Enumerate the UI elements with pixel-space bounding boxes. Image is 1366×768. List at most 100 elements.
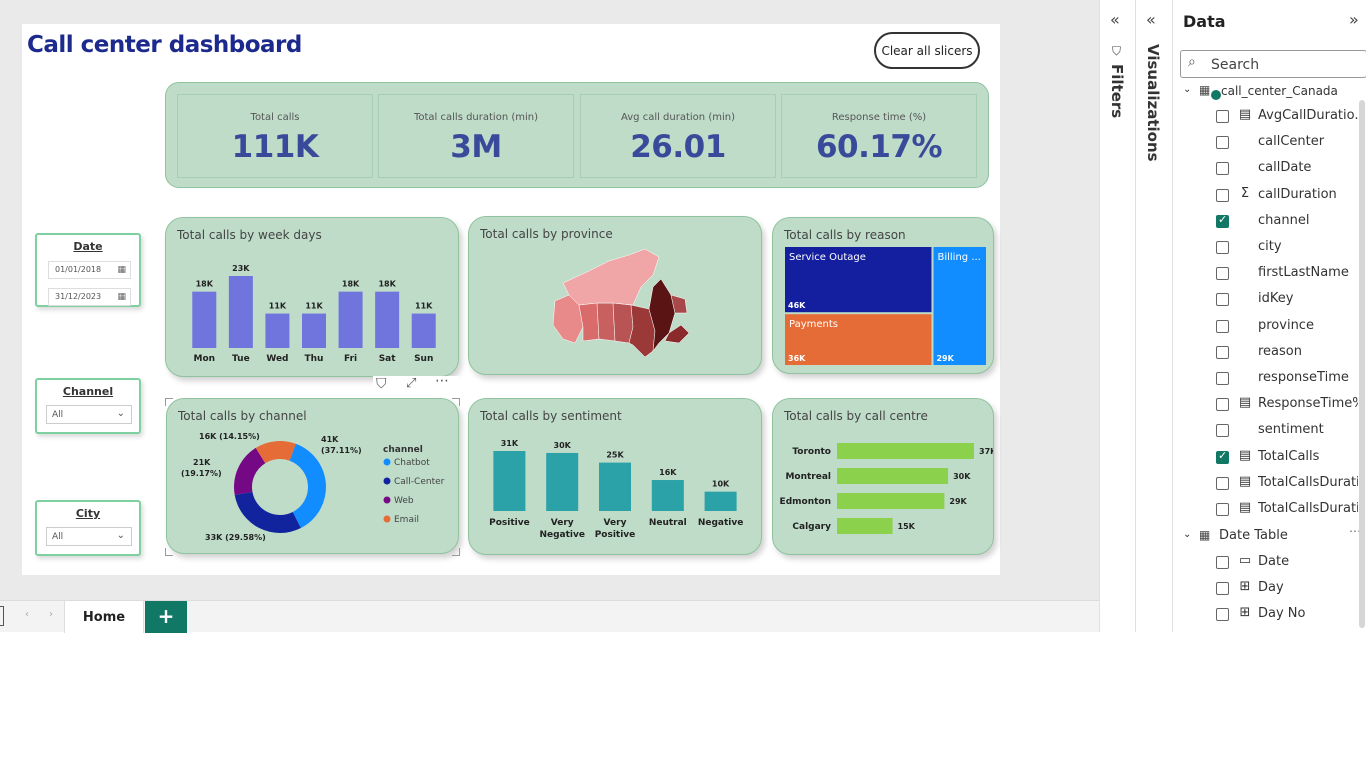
end-date-input[interactable]: 31/12/2023 ▦ [48,288,131,306]
kpi-total-calls[interactable]: Total calls 111K [177,94,373,178]
field-item[interactable]: firstLastName [1173,263,1366,289]
focus-mode-icon[interactable]: ⤢ [406,376,416,391]
field-item[interactable]: ▭ Date [1173,552,1366,578]
expand-visualizations-icon[interactable]: « [1146,10,1156,29]
city-slicer[interactable]: City All ⌄ [35,500,141,556]
table-call-center-canada[interactable]: ⌄ ▦ call_center_Canada [1183,82,1363,102]
field-checkbox[interactable] [1216,345,1229,359]
bar[interactable] [265,313,290,348]
field-checkbox[interactable] [1216,608,1229,622]
bar[interactable] [599,462,631,511]
field-item[interactable]: sentiment [1173,420,1366,446]
bar[interactable] [837,518,893,534]
field-item[interactable]: province [1173,316,1366,342]
field-item[interactable]: ▤ ResponseTime% [1173,394,1366,420]
legend-label[interactable]: Call-Center [394,477,445,487]
donut-slice[interactable] [289,443,326,528]
field-checkbox[interactable] [1216,503,1229,516]
visualizations-pane-collapsed[interactable]: « Visualizations [1135,0,1172,632]
tab-home[interactable]: Home [64,601,144,633]
resize-handle[interactable] [452,548,460,556]
channel-donut-card[interactable]: Total calls by channel 41K (37.11%) 33K (2… [166,398,459,554]
add-page-button[interactable]: + [145,601,187,633]
field-item[interactable]: city [1173,237,1366,263]
collapse-handle[interactable] [0,606,4,626]
bar[interactable] [493,451,526,511]
field-item[interactable]: reason [1173,342,1366,368]
next-page-icon[interactable]: › [49,609,53,620]
calendar-icon[interactable]: ▦ [117,265,126,275]
field-checkbox[interactable] [1216,449,1229,464]
chevron-down-icon[interactable]: ⌄ [1183,84,1191,95]
bar[interactable] [651,480,684,511]
bar[interactable] [546,452,579,511]
channel-slicer[interactable]: Channel All ⌄ [35,378,141,434]
bar[interactable] [375,291,400,348]
bar[interactable] [338,291,363,348]
field-checkbox[interactable] [1216,398,1229,412]
field-checkbox[interactable] [1216,476,1229,490]
bar[interactable] [228,276,253,348]
filter-icon[interactable]: ⛉ [376,376,387,392]
city-dropdown[interactable]: All ⌄ [46,527,132,546]
calendar-icon[interactable]: ▦ [117,292,126,302]
clear-slicers-button[interactable]: Clear all slicers [874,32,980,69]
filters-pane-collapsed[interactable]: « ⛉ Filters [1099,0,1135,632]
field-checkbox[interactable] [1216,110,1229,123]
legend-label[interactable]: Email [394,515,419,525]
kpi-avg-duration[interactable]: Avg call duration (min) 26.01 [580,94,776,178]
bar[interactable] [192,291,217,348]
province-mb[interactable] [612,302,634,344]
sentiment-chart-card[interactable]: Total calls by sentiment 31K Positive 30K V… [468,398,762,555]
donut-slice[interactable] [234,491,301,533]
field-item[interactable]: ⊞ Day No [1173,604,1366,630]
legend-marker[interactable] [383,458,391,466]
field-item[interactable]: ΣcallDuration [1173,185,1366,211]
channel-dropdown[interactable]: All ⌄ [46,405,132,424]
bar[interactable] [411,313,436,348]
field-item[interactable]: ⊞ Day [1173,578,1366,604]
field-item[interactable]: ▤ TotalCallsDurati... [1173,499,1366,525]
more-options-icon[interactable]: ⋯ [435,373,449,389]
field-item[interactable]: callDate [1173,158,1366,184]
treemap-tile[interactable] [933,247,986,365]
field-item[interactable]: responseTime [1173,368,1366,394]
bar[interactable] [302,313,326,348]
province-sk[interactable] [596,302,616,342]
resize-handle[interactable] [452,398,460,406]
province-north[interactable] [562,248,660,306]
date-slicer[interactable]: Date 01/01/2018 ▦ 31/12/2023 ▦ [35,233,141,307]
province-map-card[interactable]: Total calls by province [468,216,762,375]
field-checkbox[interactable] [1216,267,1229,281]
field-checkbox[interactable] [1216,319,1229,333]
province-ab[interactable] [578,302,600,342]
field-checkbox[interactable] [1216,372,1229,385]
collapse-data-icon[interactable]: » [1349,10,1359,29]
bar[interactable] [837,493,945,509]
expand-filters-icon[interactable]: « [1110,10,1120,29]
bar[interactable] [837,468,949,484]
field-item[interactable]: ▤ TotalCalls [1173,447,1366,473]
prev-page-icon[interactable]: ‹ [25,609,29,620]
scrollbar[interactable] [1359,100,1365,628]
field-checkbox[interactable] [1216,582,1229,596]
legend-label[interactable]: Chatbot [394,458,430,468]
legend-marker[interactable] [383,496,391,504]
table-date-table[interactable]: ⌄ ▦ Date Table ⋯ [1183,524,1363,547]
resize-handle[interactable] [165,548,173,556]
legend-marker[interactable] [383,515,391,523]
field-item[interactable]: callCenter [1173,132,1366,158]
kpi-response-time[interactable]: Response time (%) 60.17% [781,94,977,178]
bar[interactable] [837,443,974,459]
weekdays-chart-card[interactable]: Total calls by week days 18K Mon 23K Tue 11K… [165,217,459,377]
search-input[interactable]: ⌕ Search [1180,50,1366,78]
field-item[interactable]: ▤ AvgCallDuratio... [1173,106,1366,132]
kpi-total-duration[interactable]: Total calls duration (min) 3M [378,94,574,178]
field-checkbox[interactable] [1216,136,1229,150]
field-checkbox[interactable] [1216,556,1229,569]
field-checkbox[interactable] [1216,162,1229,176]
legend-marker[interactable] [383,477,391,485]
field-checkbox[interactable] [1216,188,1229,202]
resize-handle[interactable] [165,398,173,406]
start-date-input[interactable]: 01/01/2018 ▦ [48,261,131,279]
